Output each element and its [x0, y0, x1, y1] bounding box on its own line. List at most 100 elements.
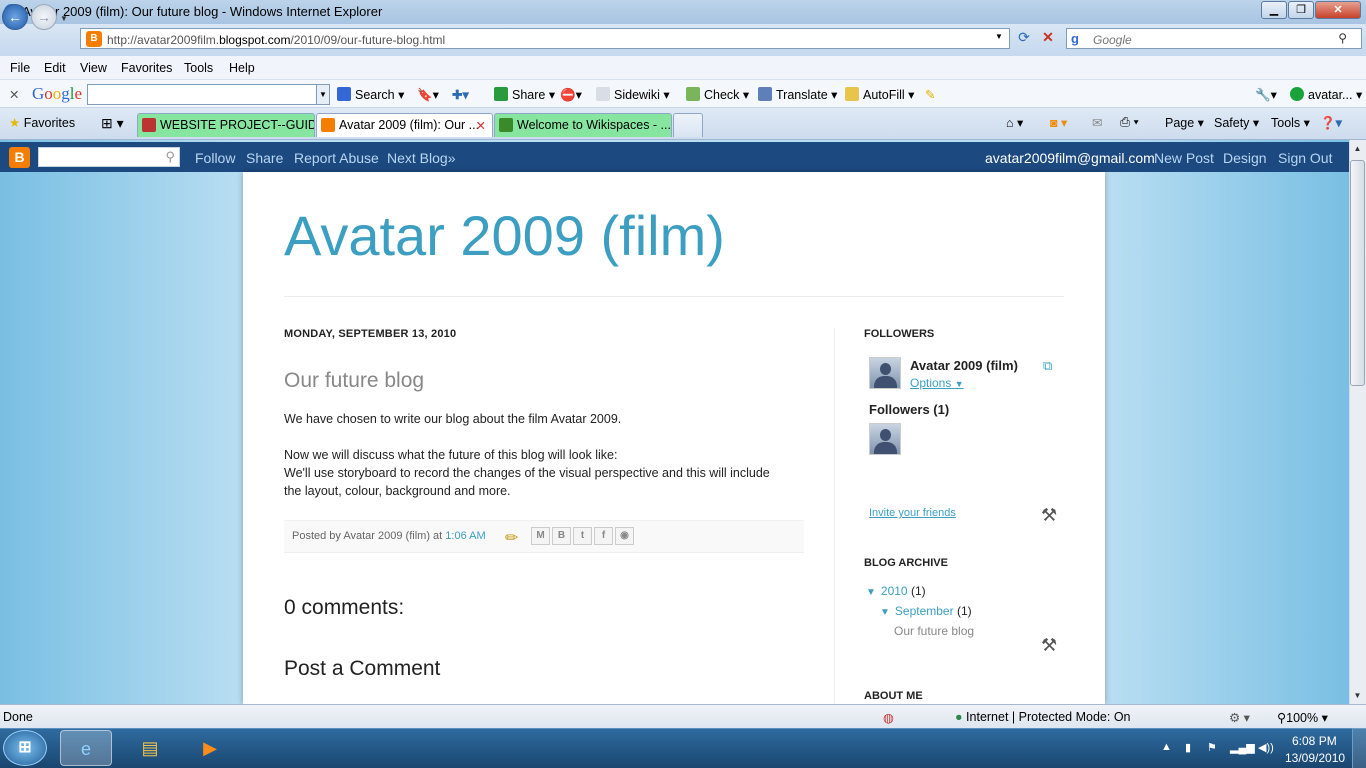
author-link[interactable]: Avatar 2009 (film) — [343, 530, 430, 542]
tab-wikispaces[interactable]: Welcome to Wikispaces - ... — [494, 113, 672, 137]
plus-icon[interactable]: ✚▾ — [452, 87, 469, 102]
menu-file[interactable]: File — [10, 61, 30, 75]
tray-volume-icon[interactable]: ◀)) — [1258, 741, 1274, 754]
menu-help[interactable]: Help — [229, 61, 255, 75]
follower-avatar[interactable] — [869, 357, 901, 389]
tab-website-project[interactable]: WEBSITE PROJECT--GUIDE... — [137, 113, 315, 137]
mail-icon[interactable]: ✉ — [1092, 115, 1102, 130]
taskbar-ie-icon[interactable]: e — [60, 730, 112, 766]
share-link[interactable]: Share — [246, 150, 283, 166]
address-bar[interactable]: B http://avatar2009film.blogspot.com/201… — [80, 28, 1010, 49]
facebook-share-icon[interactable]: f — [594, 527, 613, 545]
tab-close-icon[interactable]: ✕ — [476, 118, 486, 133]
scroll-down-icon[interactable]: ▼ — [1349, 687, 1366, 704]
quick-tabs-icon[interactable]: ⊞ ▾ — [101, 115, 124, 132]
options-link[interactable]: Options ▼ — [910, 376, 964, 390]
feeds-icon[interactable]: ◙ ▾ — [1050, 115, 1067, 130]
edit-gadget-icon[interactable]: ⚒ — [1041, 505, 1057, 526]
follower-avatar[interactable] — [869, 423, 901, 455]
refresh-icon[interactable]: ⟳ — [1013, 29, 1035, 49]
stop-icon[interactable]: ✕ — [1037, 29, 1059, 49]
report-abuse-link[interactable]: Report Abuse — [294, 150, 379, 166]
expand-triangle-icon[interactable]: ▼ — [866, 587, 876, 598]
edit-gadget-icon[interactable]: ⚒ — [1041, 635, 1057, 656]
popup-blocker-icon[interactable]: ⛔▾ — [560, 87, 582, 103]
blogger-logo-icon[interactable]: B — [9, 147, 30, 168]
recent-pages-arrow-icon[interactable]: ▼ — [60, 14, 68, 23]
address-dropdown-icon[interactable]: ▼ — [995, 32, 1003, 41]
scroll-thumb[interactable] — [1350, 160, 1365, 386]
blog-search-input[interactable]: ⚲ — [38, 147, 180, 167]
post-time-link[interactable]: 1:06 AM — [445, 530, 485, 542]
maximize-button[interactable]: ❐ — [1288, 1, 1314, 19]
privacy-icon[interactable]: ◍ — [883, 710, 894, 725]
web-search-box[interactable]: g Google ⚲ — [1066, 28, 1362, 49]
address-url[interactable]: http://avatar2009film.blogspot.com/2010/… — [107, 33, 445, 47]
settings-icon[interactable]: ⚙ ▾ — [1229, 710, 1250, 725]
help-icon[interactable]: ❓▾ — [1320, 115, 1342, 131]
expand-triangle-icon[interactable]: ▼ — [880, 607, 890, 618]
tray-expand-icon[interactable]: ▲ — [1161, 741, 1172, 753]
clock-date[interactable]: 13/09/2010 — [1285, 751, 1345, 765]
back-button[interactable]: ← — [2, 4, 28, 30]
minimize-button[interactable]: ▁ — [1261, 1, 1287, 19]
sign-out-link[interactable]: Sign Out — [1278, 150, 1332, 166]
toolbar-close-icon[interactable]: ✕ — [9, 87, 19, 102]
toolbar-autofill-button[interactable]: AutoFill ▾ — [845, 87, 914, 102]
menu-edit[interactable]: Edit — [44, 61, 66, 75]
tools-menu[interactable]: Tools ▾ — [1271, 115, 1310, 130]
twitter-share-icon[interactable]: t — [573, 527, 592, 545]
blog-this-icon[interactable]: B — [552, 527, 571, 545]
bookmarks-icon[interactable]: 🔖▾ — [417, 87, 439, 103]
start-button[interactable]: ⊞ — [3, 730, 47, 766]
home-icon[interactable]: ⌂ ▾ — [1006, 115, 1023, 130]
zoom-level[interactable]: ⚲100% ▾ — [1277, 710, 1328, 725]
favorites-button[interactable]: ★ Favorites — [9, 115, 75, 130]
new-tab-button[interactable] — [673, 113, 703, 137]
search-icon[interactable]: ⚲ — [165, 149, 175, 165]
menu-view[interactable]: View — [80, 61, 107, 75]
toolbar-check-button[interactable]: Check ▾ — [686, 87, 749, 102]
archive-year[interactable]: ▼ 2010 (1) — [866, 584, 926, 598]
toolbar-sidewiki-button[interactable]: Sidewiki ▾ — [596, 87, 670, 102]
new-post-link[interactable]: New Post — [1154, 150, 1214, 166]
toolbar-search-button[interactable]: Search ▾ — [337, 87, 404, 102]
next-blog-link[interactable]: Next Blog» — [387, 150, 455, 166]
edit-pencil-icon[interactable]: ✏ — [505, 528, 518, 548]
google-search-input[interactable] — [87, 84, 318, 105]
email-share-icon[interactable]: M — [531, 527, 550, 545]
buzz-share-icon[interactable]: ◉ — [615, 527, 634, 545]
invite-friends-link[interactable]: Invite your friends — [869, 507, 956, 519]
scroll-up-icon[interactable]: ▲ — [1349, 140, 1366, 157]
forward-button[interactable]: → — [31, 4, 57, 30]
close-button[interactable]: ✕ — [1315, 1, 1361, 19]
design-link[interactable]: Design — [1223, 150, 1267, 166]
taskbar-folder-icon[interactable]: ▤ — [124, 730, 176, 766]
print-icon[interactable]: ⎙ ▾ — [1120, 115, 1139, 130]
toolbar-translate-button[interactable]: Translate ▾ — [758, 87, 837, 102]
toolbar-account-button[interactable]: avatar... ▾ — [1290, 87, 1362, 102]
taskbar-media-player-icon[interactable]: ▶ — [184, 730, 236, 766]
archive-month[interactable]: ▼ September (1) — [880, 604, 972, 618]
archive-post-link[interactable]: Our future blog — [894, 624, 974, 638]
search-icon[interactable]: ⚲ — [1338, 31, 1347, 45]
safety-menu[interactable]: Safety ▾ — [1214, 115, 1259, 130]
menu-favorites[interactable]: Favorites — [121, 61, 172, 75]
tray-network-icon[interactable]: ▂▄▆ — [1230, 741, 1255, 754]
tray-battery-icon[interactable]: ▮ — [1185, 741, 1191, 754]
toolbar-share-button[interactable]: Share ▾ — [494, 87, 555, 102]
post-title[interactable]: Our future blog — [284, 369, 424, 393]
follow-link[interactable]: Follow — [195, 150, 235, 166]
tab-avatar-blog[interactable]: Avatar 2009 (film): Our ... ✕ — [316, 113, 493, 137]
blog-title[interactable]: Avatar 2009 (film) — [284, 203, 725, 268]
security-zone[interactable]: ● Internet | Protected Mode: On — [955, 710, 1131, 724]
wrench-icon[interactable]: 🔧▾ — [1255, 87, 1277, 103]
highlighter-icon[interactable]: ✎ — [925, 87, 935, 102]
tray-flag-icon[interactable]: ⚑ — [1207, 741, 1217, 754]
page-menu[interactable]: Page ▾ — [1165, 115, 1204, 130]
menu-tools[interactable]: Tools — [184, 61, 213, 75]
show-desktop-button[interactable] — [1352, 728, 1366, 768]
google-search-dropdown[interactable]: ▼ — [316, 84, 330, 105]
clock-time[interactable]: 6:08 PM — [1292, 734, 1337, 748]
popout-icon[interactable]: ⧉ — [1043, 358, 1052, 374]
